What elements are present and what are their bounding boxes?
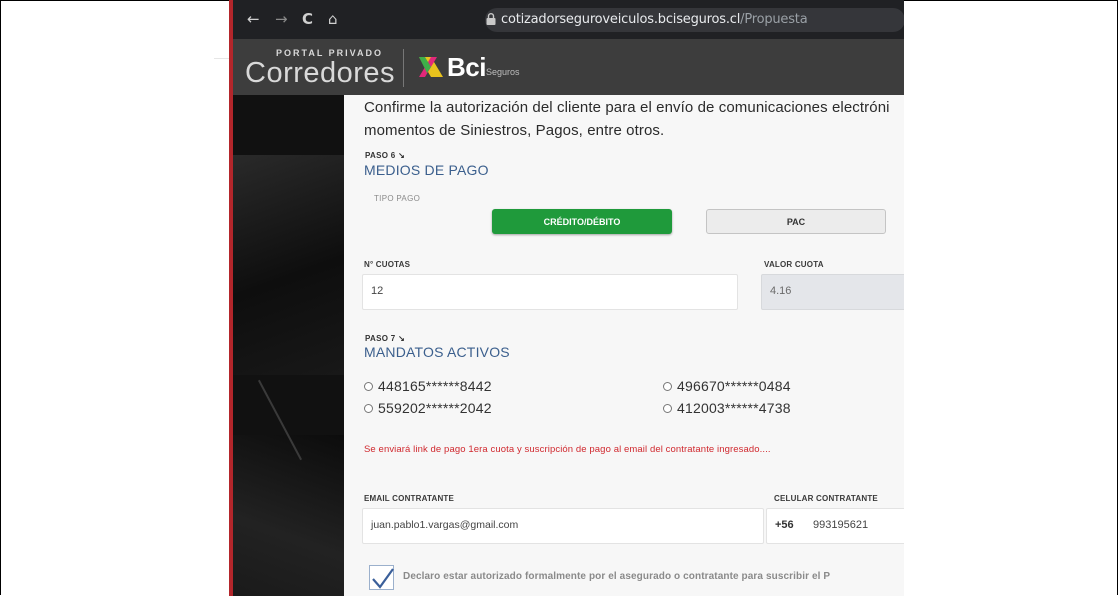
cuotas-field[interactable]: 12	[362, 274, 738, 310]
url-domain: cotizadorseguroveiculos.bciseguros.cl	[501, 12, 741, 27]
red-edge-bar	[229, 0, 233, 596]
mandate-radio[interactable]	[364, 404, 373, 413]
cuotas-value: 12	[371, 285, 384, 297]
background-shade	[229, 435, 344, 596]
forward-icon[interactable]: →	[275, 11, 288, 27]
reload-icon[interactable]: C	[302, 11, 313, 27]
cuotas-label: N° CUOTAS	[364, 260, 411, 269]
mandate-label[interactable]: 448165******8442	[378, 378, 492, 394]
valor-cuota-label: VALOR CUOTA	[764, 260, 824, 269]
email-value: juan.pablo1.vargas@gmail.com	[371, 519, 519, 531]
screenshot-area: ← → C ⌂ cotizadorseguroveiculos.bcisegur…	[229, 0, 904, 596]
valor-cuota-field: 4.16	[761, 274, 904, 310]
celular-value: 993195621	[813, 519, 869, 531]
brand-subtitle: Seguros	[486, 67, 520, 77]
valor-cuota-value: 4.16	[770, 285, 792, 297]
lock-icon[interactable]	[485, 12, 497, 26]
email-field[interactable]: juan.pablo1.vargas@gmail.com	[362, 508, 764, 544]
back-icon[interactable]: ←	[247, 11, 260, 27]
email-label: EMAIL CONTRATANTE	[364, 494, 455, 503]
step7-title: MANDATOS ACTIVOS	[364, 344, 510, 360]
mandate-label[interactable]: 559202******2042	[378, 400, 492, 416]
background-image	[229, 95, 344, 596]
portal-title[interactable]: Corredores	[245, 57, 395, 90]
intro-text-line2: momentos de Siniestros, Pagos, entre otr…	[364, 122, 665, 139]
step6-title: MEDIOS DE PAGO	[364, 162, 489, 178]
mandate-label[interactable]: 496670******0484	[677, 378, 791, 394]
payment-link-notice: Se enviará link de pago 1era cuota y sus…	[364, 444, 771, 455]
mandate-radio[interactable]	[364, 382, 373, 391]
credito-debito-button[interactable]: CRÉDITO/DÉBITO	[492, 209, 672, 234]
header-separator	[403, 49, 404, 87]
url-path: /Propuesta	[740, 12, 808, 27]
address-url[interactable]: cotizadorseguroveiculos.bciseguros.cl/Pr…	[501, 12, 808, 27]
declaration-checkbox[interactable]	[369, 565, 394, 590]
celular-prefix: +56	[775, 519, 794, 531]
pac-button[interactable]: PAC	[706, 209, 886, 234]
intro-text-line1: Confirme la autorización del cliente par…	[364, 99, 890, 116]
mandate-radio[interactable]	[663, 404, 672, 413]
bci-logo-icon	[419, 57, 443, 77]
mandate-label[interactable]: 412003******4738	[677, 400, 791, 416]
browser-toolbar: ← → C ⌂ cotizadorseguroveiculos.bcisegur…	[229, 0, 904, 39]
step6-label: PASO 6 ↘	[365, 151, 406, 160]
site-header: PORTAL PRIVADO Corredores Bci Seguros	[229, 39, 904, 95]
background-shade	[229, 155, 344, 375]
divider-line	[214, 58, 230, 59]
form-panel: Confirme la autorización del cliente par…	[344, 95, 904, 596]
step7-label: PASO 7 ↘	[365, 334, 406, 343]
home-icon[interactable]: ⌂	[328, 11, 338, 27]
tipo-pago-label: TIPO PAGO	[374, 194, 421, 203]
brand-name[interactable]: Bci	[447, 52, 486, 83]
mandate-radio[interactable]	[663, 382, 672, 391]
declaration-text: Declaro estar autorizado formalmente por…	[403, 571, 831, 582]
celular-label: CELULAR CONTRATANTE	[774, 494, 878, 503]
celular-field[interactable]: +56 993195621	[766, 508, 904, 544]
checkmark-icon	[372, 568, 394, 589]
